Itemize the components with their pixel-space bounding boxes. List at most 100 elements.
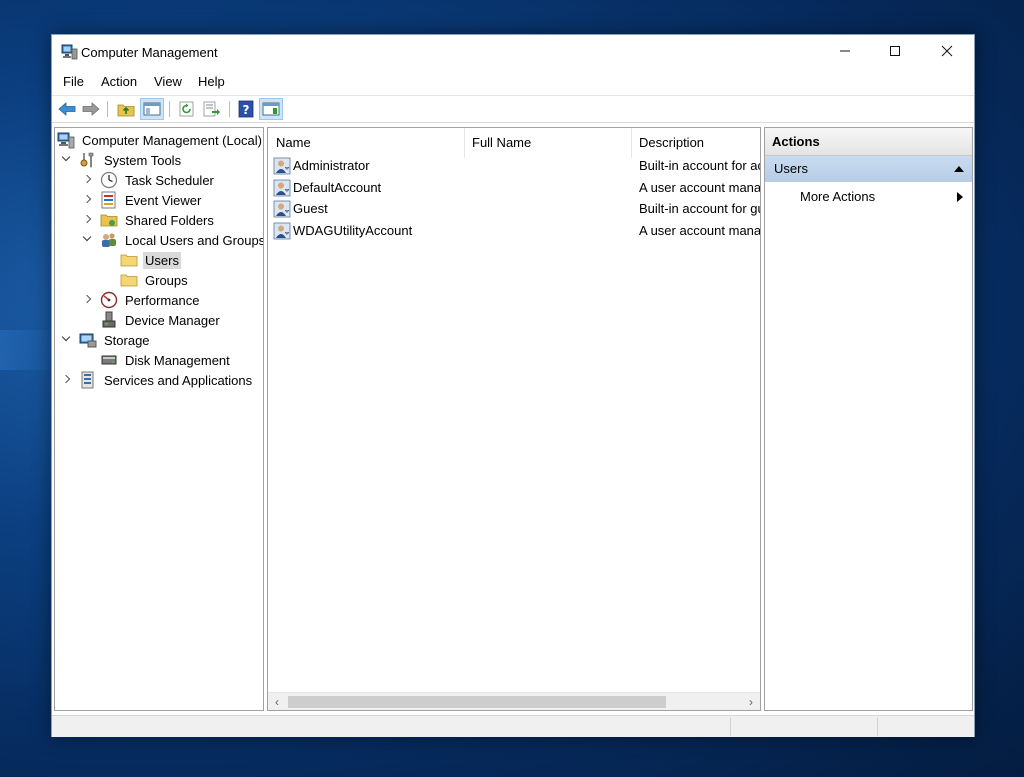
scroll-right-icon[interactable]: › <box>742 693 760 710</box>
user-name-cell: Administrator <box>293 158 370 173</box>
more-actions-label: More Actions <box>800 189 876 204</box>
column-header-name[interactable]: Name <box>268 128 464 158</box>
tree-item-label: Device Manager <box>125 312 220 328</box>
users-list-view: Name Full Name Description Administrator… <box>267 127 761 711</box>
show-hide-console-tree-button[interactable] <box>140 98 164 120</box>
local-users-groups-icon <box>100 231 118 249</box>
user-row[interactable]: WDAGUtilityAccount A user account manag <box>268 221 760 242</box>
column-header-description[interactable]: Description <box>631 128 760 158</box>
horizontal-scrollbar[interactable]: ‹ › <box>268 692 760 710</box>
status-divider <box>730 718 731 736</box>
user-row[interactable]: DefaultAccount A user account manag <box>268 178 760 199</box>
task-scheduler-icon <box>100 171 118 189</box>
toolbar-separator <box>169 101 170 117</box>
expand-right-icon[interactable] <box>82 294 94 306</box>
expand-down-icon[interactable] <box>82 234 94 246</box>
minimize-icon <box>840 50 850 52</box>
tree-item-device-manager[interactable]: Device Manager <box>82 310 222 330</box>
expand-right-icon[interactable] <box>82 214 94 226</box>
actions-section-users[interactable]: Users <box>765 156 972 182</box>
help-icon: ? <box>238 100 254 118</box>
tree-item-shared-folders[interactable]: Shared Folders <box>82 210 216 230</box>
export-list-button[interactable] <box>200 98 224 120</box>
toolbar-separator <box>229 101 230 117</box>
tree-item-storage[interactable]: Storage <box>61 330 152 350</box>
tree-item-event-viewer[interactable]: Event Viewer <box>82 190 203 210</box>
actions-pane: Actions Users More Actions <box>764 127 973 711</box>
user-name-cell: WDAGUtilityAccount <box>293 222 413 238</box>
performance-icon <box>100 291 118 309</box>
menu-view[interactable]: View <box>154 74 182 89</box>
close-button[interactable] <box>924 35 970 67</box>
menu-action[interactable]: Action <box>101 74 137 89</box>
tree-item-services-and-applications[interactable]: Services and Applications <box>61 370 254 390</box>
menu-bar: File Action View Help <box>52 71 974 93</box>
user-account-icon <box>273 157 291 175</box>
folder-icon <box>120 271 138 289</box>
expand-down-icon[interactable] <box>61 154 73 166</box>
services-applications-icon <box>79 371 97 389</box>
menu-help[interactable]: Help <box>198 74 225 89</box>
tree-item-label: Performance <box>125 292 200 308</box>
user-name-cell: DefaultAccount <box>293 179 382 195</box>
action-pane-icon <box>262 102 280 116</box>
collapse-up-icon[interactable] <box>954 166 964 172</box>
maximize-icon <box>890 46 900 56</box>
show-hide-action-pane-button[interactable] <box>259 98 283 120</box>
tree-item-label: Event Viewer <box>125 192 202 208</box>
refresh-icon <box>179 101 194 117</box>
status-divider <box>877 718 878 736</box>
more-actions-item[interactable]: More Actions <box>765 186 972 208</box>
back-button[interactable] <box>55 98 79 120</box>
toolbar-separator <box>107 101 108 117</box>
maximize-button[interactable] <box>872 35 918 67</box>
submenu-arrow-icon <box>957 192 963 202</box>
disk-management-icon <box>100 351 118 369</box>
refresh-button[interactable] <box>175 98 199 120</box>
tree-item-disk-management[interactable]: Disk Management <box>82 350 232 370</box>
user-row[interactable]: Guest Built-in account for gu <box>268 199 760 220</box>
tree-item-users[interactable]: Users <box>102 250 181 270</box>
scrollbar-thumb[interactable] <box>288 696 666 708</box>
expand-right-icon[interactable] <box>61 374 73 386</box>
back-arrow-icon <box>58 102 76 116</box>
menu-file[interactable]: File <box>63 74 84 89</box>
forward-button[interactable] <box>79 98 103 120</box>
user-description-cell: Built-in account for gu <box>639 201 761 216</box>
help-button[interactable]: ? <box>234 98 258 120</box>
scroll-left-icon[interactable]: ‹ <box>268 693 286 710</box>
user-name-cell: Guest <box>293 201 328 216</box>
shared-folders-icon <box>100 211 118 229</box>
tree-item-computer-management-local[interactable]: Computer Management (Local) <box>57 130 263 150</box>
tree-item-label: Task Scheduler <box>125 172 214 188</box>
window-title: Computer Management <box>81 45 218 60</box>
tree-item-label: System Tools <box>104 152 182 168</box>
folder-up-icon <box>117 104 135 117</box>
system-tools-icon <box>79 151 97 169</box>
tree-item-local-users-and-groups[interactable]: Local Users and Groups <box>82 230 263 250</box>
expand-right-icon[interactable] <box>82 174 94 186</box>
up-one-level-button[interactable] <box>114 98 138 120</box>
event-viewer-icon <box>100 191 118 209</box>
tree-item-groups[interactable]: Groups <box>102 270 190 290</box>
tree-item-label: Computer Management (Local) <box>82 132 262 148</box>
user-description-cell: Built-in account for ac <box>639 158 761 173</box>
column-header-full-name[interactable]: Full Name <box>464 128 631 158</box>
tree-item-task-scheduler[interactable]: Task Scheduler <box>82 170 216 190</box>
close-icon <box>941 45 953 57</box>
device-manager-icon <box>100 311 118 329</box>
tree-item-label: Groups <box>145 272 188 288</box>
storage-icon <box>79 331 97 349</box>
title-bar[interactable]: Computer Management <box>52 35 974 69</box>
user-row[interactable]: Administrator Built-in account for ac <box>268 156 760 177</box>
console-tree: Computer Management (Local) System Tools T… <box>54 127 264 711</box>
computer-management-app-icon <box>61 44 78 60</box>
expand-right-icon[interactable] <box>82 194 94 206</box>
tree-item-label: Shared Folders <box>125 212 214 228</box>
tree-item-system-tools[interactable]: System Tools <box>61 150 183 170</box>
export-list-icon <box>203 101 220 117</box>
expand-down-icon[interactable] <box>61 334 73 346</box>
minimize-button[interactable] <box>822 35 868 67</box>
tree-item-label: Services and Applications <box>104 372 253 388</box>
tree-item-performance[interactable]: Performance <box>82 290 201 310</box>
